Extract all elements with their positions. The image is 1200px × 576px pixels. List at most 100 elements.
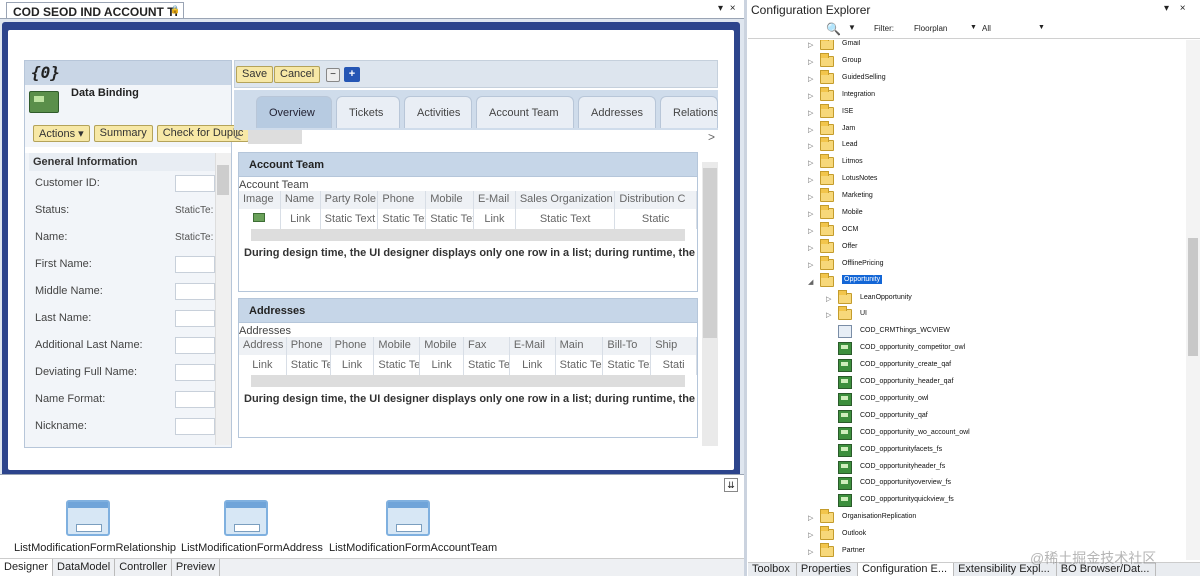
expand-icon[interactable]: ▷ [808, 531, 813, 539]
table-row[interactable]: LinkStatic TextLinkStatic TextLinkStatic… [239, 355, 698, 375]
pin-icon[interactable]: 🔒 [170, 5, 180, 14]
filter-select[interactable]: Floorplan [914, 24, 947, 33]
addresses-hscroll[interactable] [251, 375, 685, 387]
tab-preview[interactable]: Preview [172, 559, 221, 576]
tab-tickets[interactable]: Tickets [336, 96, 400, 128]
summary-button[interactable]: Summary [93, 125, 153, 142]
field-input[interactable] [175, 364, 215, 381]
component-label[interactable]: ListModificationFormRelationship [14, 542, 176, 554]
expand-icon[interactable]: ▷ [808, 159, 813, 167]
pane-splitter[interactable] [744, 0, 747, 576]
chevron-down-icon[interactable]: ▼ [970, 24, 977, 31]
collapse-tray-icon[interactable]: ⇊ [724, 478, 738, 492]
actions-button[interactable]: Actions ▾ [33, 125, 90, 142]
column-header[interactable]: Address [239, 337, 287, 355]
column-header[interactable]: Mobile [426, 191, 475, 209]
tab-controller[interactable]: Controller [115, 559, 172, 576]
search-icon[interactable]: 🔍 [826, 22, 841, 36]
document-window-controls[interactable]: ▾ × [718, 3, 738, 14]
tab-scrollbar[interactable] [248, 130, 302, 144]
expand-icon[interactable]: ▷ [808, 176, 813, 184]
tab-scroll-left-icon[interactable]: < [234, 130, 241, 144]
expand-icon[interactable]: ▷ [808, 126, 813, 134]
table-cell[interactable]: Link [474, 209, 516, 229]
tab-configuration-explorer[interactable]: Configuration E... [858, 563, 955, 576]
tab-relationships[interactable]: Relationsh [660, 96, 718, 128]
column-header[interactable]: Name [281, 191, 321, 209]
table-cell[interactable]: Link [331, 355, 375, 375]
expand-icon[interactable]: ▷ [826, 311, 831, 319]
expand-icon[interactable]: ▷ [808, 75, 813, 83]
expand-icon[interactable]: ▷ [808, 210, 813, 218]
column-header[interactable]: E-Mail [474, 191, 516, 209]
column-header[interactable]: Party Role [321, 191, 379, 209]
table-cell[interactable]: Link [420, 355, 465, 375]
column-header[interactable]: Phone [287, 337, 331, 355]
field-input[interactable] [175, 283, 215, 300]
expand-icon[interactable]: ▷ [808, 514, 813, 522]
tab-designer[interactable]: Designer [0, 559, 54, 576]
component-icon[interactable] [66, 500, 110, 536]
add-icon[interactable]: + [344, 67, 360, 82]
tab-toolbox[interactable]: Toolbox [748, 563, 797, 576]
column-header[interactable]: Fax [464, 337, 510, 355]
table-row[interactable]: LinkStatic TextStatic TextStatic TextLin… [239, 209, 697, 229]
column-header[interactable]: Bill-To [603, 337, 652, 355]
expand-icon[interactable]: ▷ [808, 109, 813, 117]
collapse-icon[interactable]: ◢ [808, 278, 813, 286]
filter-scope-select[interactable]: All [982, 24, 991, 33]
expand-icon[interactable]: ▷ [808, 92, 813, 100]
expand-icon[interactable]: ▷ [808, 244, 813, 252]
expand-icon[interactable]: ▷ [808, 227, 813, 235]
table-cell[interactable]: Link [281, 209, 321, 229]
table-cell[interactable]: Link [239, 355, 287, 375]
expand-icon[interactable]: ▷ [808, 41, 813, 49]
tab-scroll-right-icon[interactable]: > [708, 130, 715, 144]
column-header[interactable]: Sales Organization [516, 191, 616, 209]
explorer-window-controls[interactable]: ▾ × [1164, 3, 1190, 14]
component-icon[interactable] [386, 500, 430, 536]
search-dropdown-icon[interactable]: ▼ [848, 23, 856, 32]
column-header[interactable]: Mobile [420, 337, 465, 355]
field-input[interactable] [175, 256, 215, 273]
document-tab[interactable]: COD SEOD IND ACCOUNT TI 🔒 [6, 2, 184, 19]
component-icon[interactable] [224, 500, 268, 536]
save-button[interactable]: Save [236, 66, 274, 83]
component-label[interactable]: ListModificationFormAddress [181, 542, 323, 554]
column-header[interactable]: Phone [331, 337, 375, 355]
explorer-vscroll-thumb[interactable] [1188, 238, 1198, 356]
tab-activities[interactable]: Activities [404, 96, 472, 128]
tab-properties[interactable]: Properties [797, 563, 859, 576]
tab-addresses[interactable]: Addresses [578, 96, 656, 128]
column-header[interactable]: Distribution C [615, 191, 697, 209]
chevron-down-icon[interactable]: ▼ [1038, 24, 1045, 31]
form-vscroll-thumb[interactable] [703, 168, 717, 338]
binding-vscroll-thumb[interactable] [217, 165, 229, 195]
expand-icon[interactable]: ▷ [808, 193, 813, 201]
column-header[interactable]: Ship [651, 337, 698, 355]
field-input[interactable] [175, 418, 215, 435]
expand-icon[interactable]: ▷ [808, 548, 813, 556]
cancel-button[interactable]: Cancel [274, 66, 321, 83]
column-header[interactable]: Image [239, 191, 281, 209]
table-cell[interactable]: Link [510, 355, 556, 375]
column-header[interactable]: E-Mail [510, 337, 556, 355]
tab-overview[interactable]: Overview [256, 96, 332, 128]
component-label[interactable]: ListModificationFormAccountTeam [329, 542, 497, 554]
expand-icon[interactable]: ▷ [808, 58, 813, 66]
column-header[interactable]: Phone [378, 191, 427, 209]
account-team-hscroll[interactable] [251, 229, 685, 241]
expand-icon[interactable]: ▷ [826, 295, 831, 303]
field-input[interactable] [175, 391, 215, 408]
field-input[interactable] [175, 310, 215, 327]
field-input[interactable] [175, 175, 215, 192]
binding-vscroll[interactable] [215, 153, 231, 445]
expand-icon[interactable]: ▷ [808, 142, 813, 150]
column-header[interactable]: Mobile [374, 337, 421, 355]
tab-account-team[interactable]: Account Team [476, 96, 574, 128]
column-header[interactable]: Main [556, 337, 604, 355]
collapse-icon[interactable]: − [326, 68, 340, 82]
field-input[interactable] [175, 337, 215, 354]
tab-datamodel[interactable]: DataModel [53, 559, 116, 576]
expand-icon[interactable]: ▷ [808, 261, 813, 269]
